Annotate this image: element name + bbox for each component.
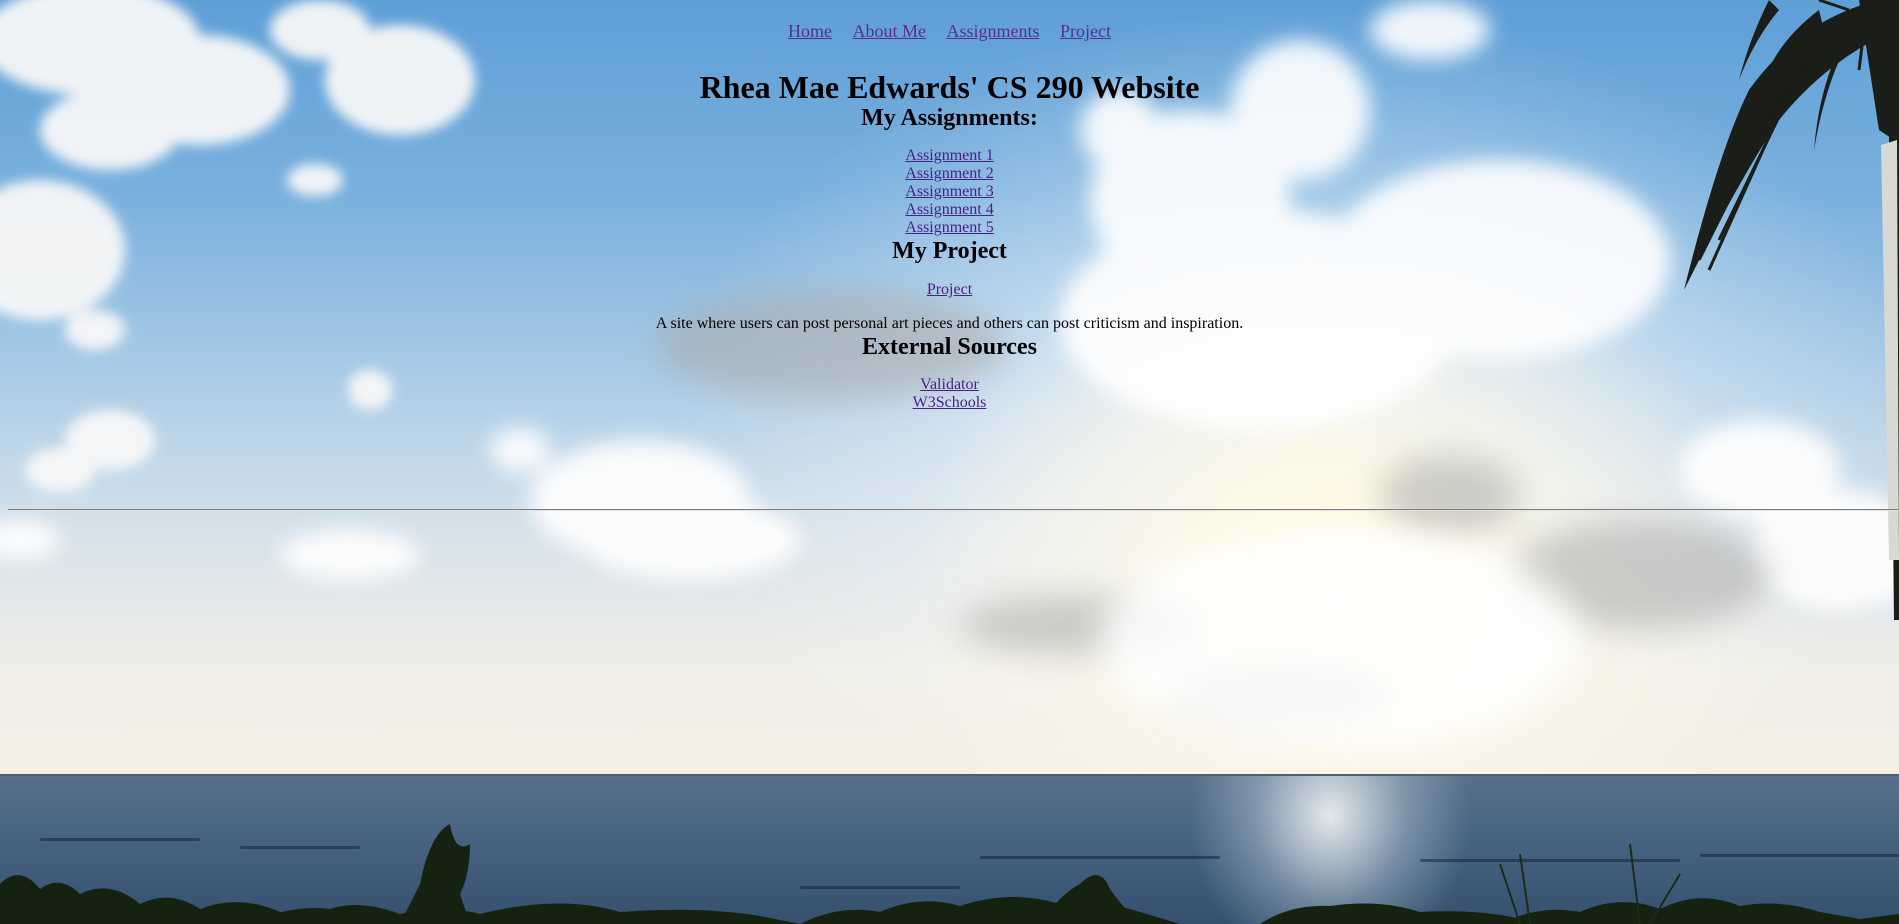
project-heading: My Project <box>892 238 1007 264</box>
assignments-list: Assignment 1 Assignment 2 Assignment 3 A… <box>0 147 1899 237</box>
page-content: Home About Me Assignments Project Rhea M… <box>0 0 1899 412</box>
top-navigation: Home About Me Assignments Project <box>0 0 1899 45</box>
page-title: Rhea Mae Edwards' CS 290 Website <box>699 69 1200 105</box>
assignment-5-link[interactable]: Assignment 5 <box>905 219 993 237</box>
assignment-2-link[interactable]: Assignment 2 <box>905 165 993 183</box>
nav-project-link[interactable]: Project <box>1060 21 1111 41</box>
assignment-3-link[interactable]: Assignment 3 <box>905 183 993 201</box>
project-link-container: Project <box>0 281 1899 299</box>
nav-about-me-link[interactable]: About Me <box>852 21 926 41</box>
validator-link[interactable]: Validator <box>920 376 979 394</box>
external-sources-list: Validator W3Schools <box>0 376 1899 412</box>
assignment-4-link[interactable]: Assignment 4 <box>905 201 993 219</box>
project-description: A site where users can post personal art… <box>655 315 1244 332</box>
assignments-heading: My Assignments: <box>861 105 1038 131</box>
horizontal-divider <box>8 509 1899 511</box>
foliage <box>0 824 1899 924</box>
external-sources-heading: External Sources <box>862 334 1037 360</box>
assignment-1-link[interactable]: Assignment 1 <box>905 147 993 165</box>
project-link[interactable]: Project <box>927 281 972 298</box>
w3schools-link[interactable]: W3Schools <box>913 394 987 412</box>
nav-home-link[interactable]: Home <box>788 21 832 41</box>
nav-assignments-link[interactable]: Assignments <box>946 21 1039 41</box>
